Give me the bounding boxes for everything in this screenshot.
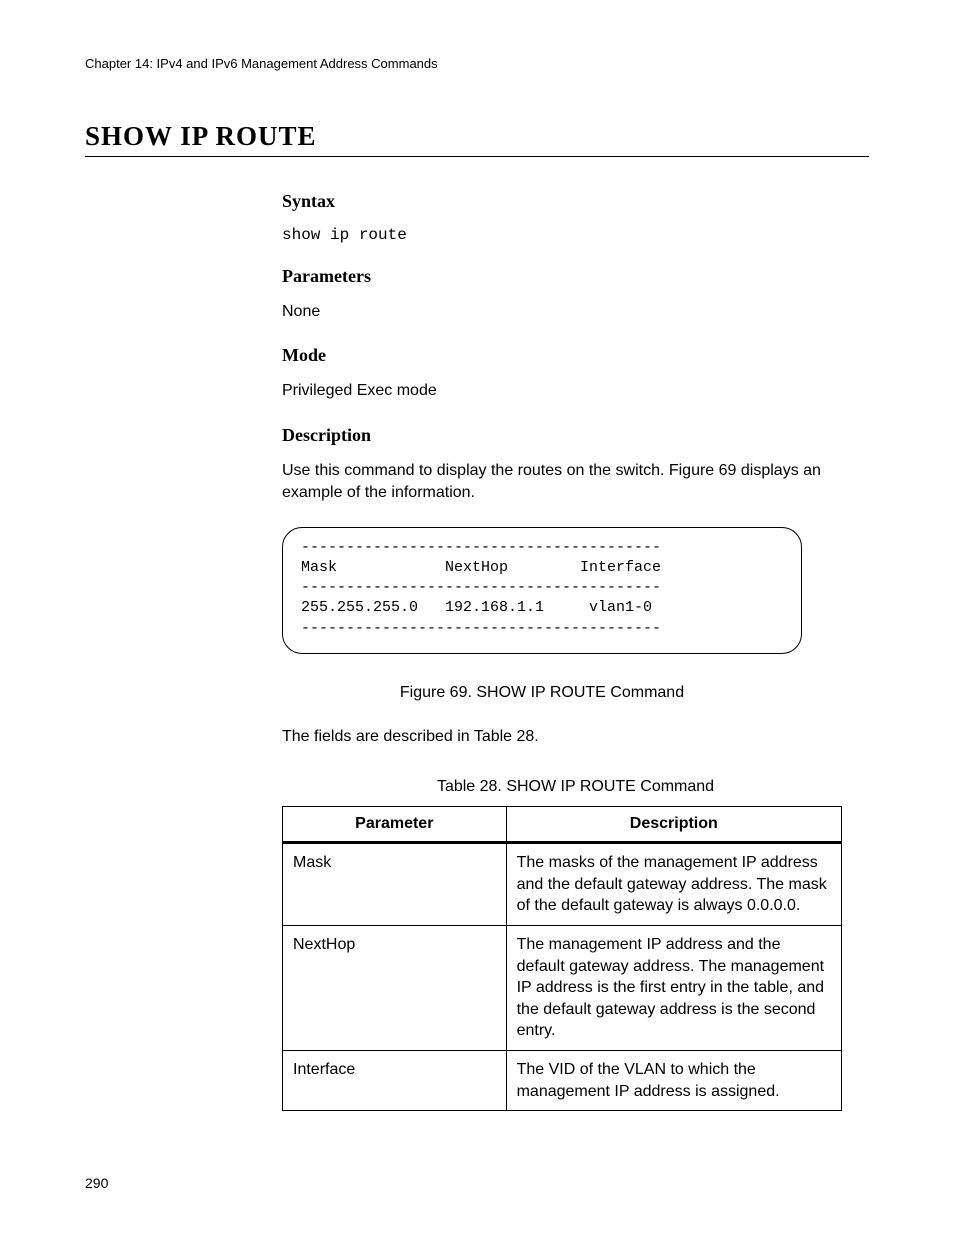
- mode-heading: Mode: [282, 345, 869, 366]
- description-heading: Description: [282, 425, 869, 446]
- page-title: SHOW IP ROUTE: [85, 121, 869, 157]
- table-cell-param: NextHop: [283, 925, 507, 1050]
- table-cell-param: Mask: [283, 843, 507, 926]
- table-header-row: Parameter Description: [283, 807, 842, 843]
- table-cell-param: Interface: [283, 1050, 507, 1110]
- parameters-text: None: [282, 301, 869, 323]
- table-header-param: Parameter: [283, 807, 507, 843]
- table-header-desc: Description: [506, 807, 841, 843]
- figure-caption: Figure 69. SHOW IP ROUTE Command: [282, 684, 802, 702]
- table-caption: Table 28. SHOW IP ROUTE Command: [282, 778, 869, 796]
- fields-intro: The fields are described in Table 28.: [282, 726, 869, 748]
- page-number: 290: [85, 1175, 108, 1191]
- chapter-header: Chapter 14: IPv4 and IPv6 Management Add…: [85, 56, 869, 71]
- table-row: NextHop The management IP address and th…: [283, 925, 842, 1050]
- syntax-code: show ip route: [282, 226, 869, 244]
- content-block: Syntax show ip route Parameters None Mod…: [282, 191, 869, 1111]
- table-cell-desc: The management IP address and the defaul…: [506, 925, 841, 1050]
- description-text: Use this command to display the routes o…: [282, 460, 869, 505]
- table-row: Mask The masks of the management IP addr…: [283, 843, 842, 926]
- syntax-heading: Syntax: [282, 191, 869, 212]
- terminal-output: ----------------------------------------…: [282, 527, 802, 654]
- table-cell-desc: The VID of the VLAN to which the managem…: [506, 1050, 841, 1110]
- table-cell-desc: The masks of the management IP address a…: [506, 843, 841, 926]
- mode-text: Privileged Exec mode: [282, 380, 869, 402]
- parameters-heading: Parameters: [282, 266, 869, 287]
- parameter-table: Parameter Description Mask The masks of …: [282, 806, 842, 1111]
- table-row: Interface The VID of the VLAN to which t…: [283, 1050, 842, 1110]
